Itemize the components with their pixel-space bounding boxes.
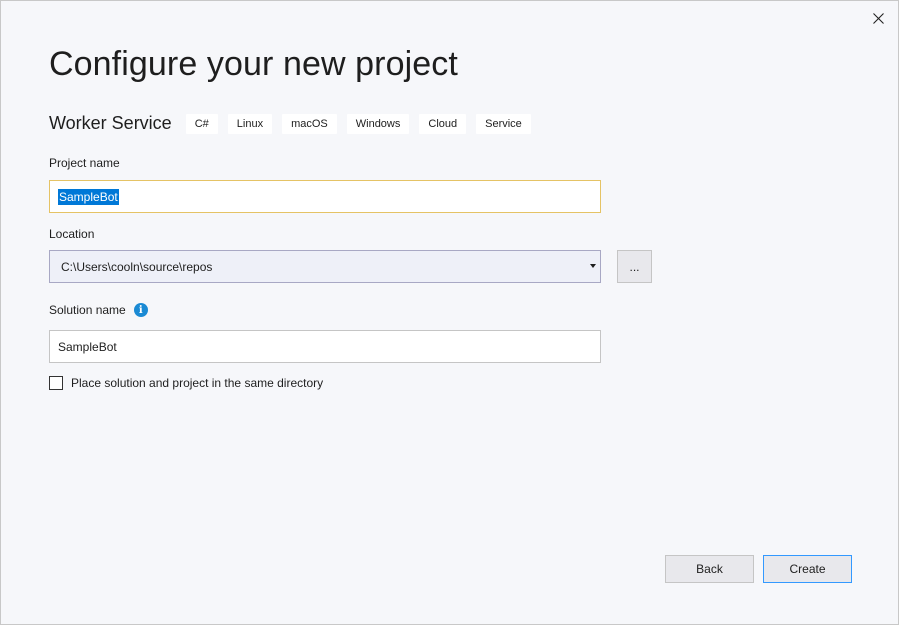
tag-service: Service	[476, 113, 531, 134]
same-directory-option: Place solution and project in the same d…	[49, 376, 323, 390]
create-button[interactable]: Create	[763, 555, 852, 583]
tag-windows: Windows	[346, 113, 410, 134]
location-value: C:\Users\cooln\source\repos	[61, 259, 213, 274]
tag-linux: Linux	[227, 113, 273, 134]
location-label: Location	[49, 227, 95, 241]
tag-macos: macOS	[282, 113, 337, 134]
tag-csharp: C#	[185, 113, 218, 134]
tag-cloud: Cloud	[419, 113, 467, 134]
location-combobox[interactable]: C:\Users\cooln\source\repos	[49, 250, 601, 283]
close-icon	[872, 12, 884, 24]
solution-name-input[interactable]: SampleBot	[49, 330, 601, 363]
chevron-down-icon[interactable]	[590, 264, 596, 268]
project-name-label: Project name	[49, 156, 120, 170]
info-icon[interactable]: i	[133, 303, 148, 317]
project-name-value: SampleBot	[58, 188, 119, 205]
solution-name-label: Solution name	[49, 303, 126, 317]
browse-button[interactable]: ...	[617, 250, 652, 283]
same-directory-checkbox[interactable]	[49, 376, 63, 390]
same-directory-label[interactable]: Place solution and project in the same d…	[71, 376, 323, 390]
page-title: Configure your new project	[49, 45, 458, 83]
solution-name-label-row: Solution name i	[49, 303, 148, 317]
project-name-input[interactable]: SampleBot	[49, 180, 601, 213]
template-info: Worker Service C# Linux macOS Windows Cl…	[49, 113, 541, 134]
solution-name-value: SampleBot	[58, 339, 117, 354]
configure-project-dialog: Configure your new project Worker Servic…	[0, 0, 899, 625]
template-name: Worker Service	[49, 113, 172, 133]
close-button[interactable]	[866, 7, 890, 29]
back-button[interactable]: Back	[665, 555, 754, 583]
